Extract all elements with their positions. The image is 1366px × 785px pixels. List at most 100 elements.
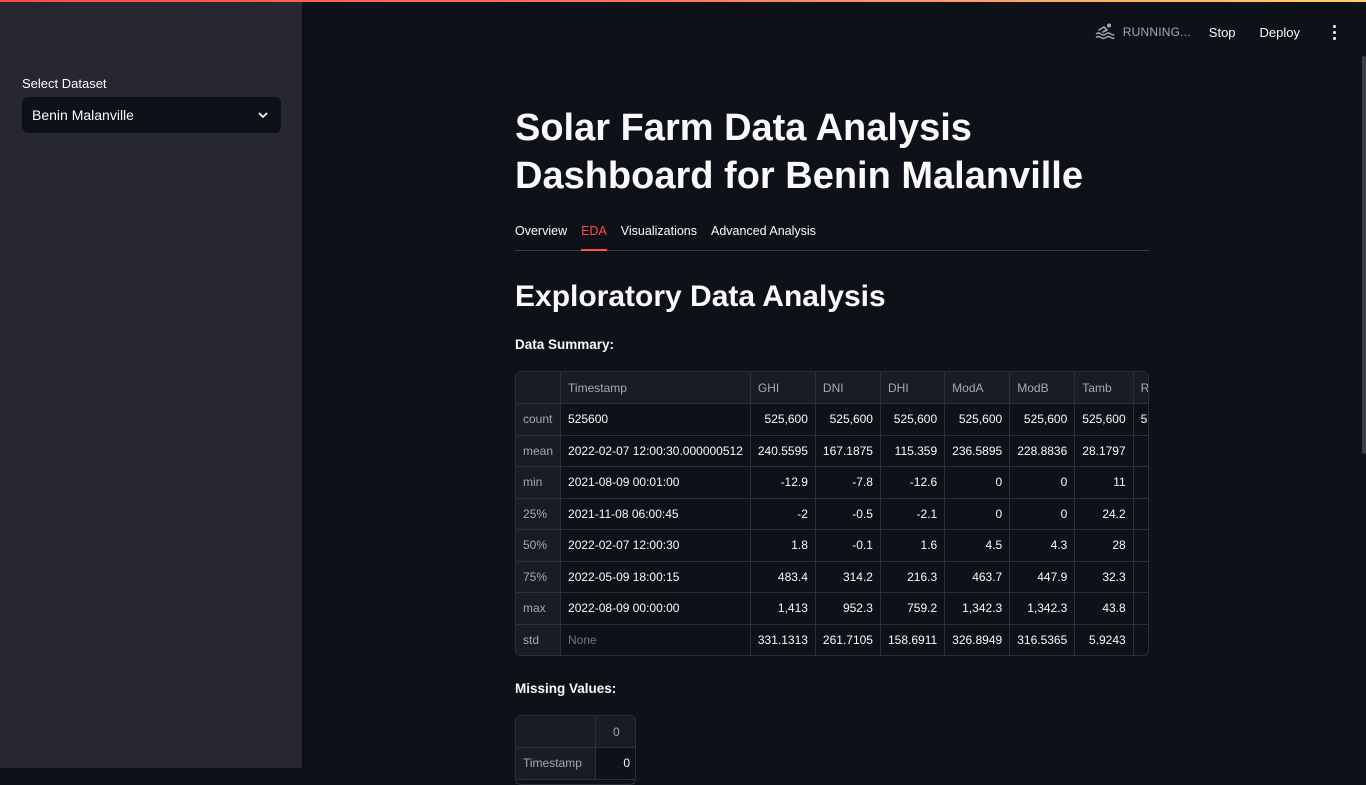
table-cell[interactable]: 28.1797 (1074, 435, 1134, 467)
table-cell[interactable]: -2 (750, 498, 816, 530)
row-index-cell[interactable]: 75% (516, 561, 562, 593)
column-header[interactable] (516, 716, 596, 748)
table-cell[interactable]: 525,600 (1074, 403, 1134, 436)
table-cell[interactable]: -0.5 (815, 498, 881, 530)
table-cell[interactable]: 1.8 (750, 529, 816, 562)
table-cell[interactable]: 525,600 (750, 403, 816, 436)
table-cell[interactable]: 261.7105 (815, 624, 881, 655)
row-index-cell[interactable]: count (516, 403, 562, 436)
column-header[interactable]: RH (1133, 372, 1148, 404)
table-row: 50% 2022-02-07 12:00:30 1.8 -0.1 1.6 4.5 4.3 28… (516, 529, 1148, 562)
table-cell[interactable]: -12.9 (750, 466, 816, 499)
missing-values-dataframe[interactable]: 0 Timestamp 0 (515, 715, 636, 785)
swimmer-icon (1095, 22, 1115, 43)
main-menu-icon[interactable] (1324, 22, 1344, 42)
table-cell[interactable]: 2022-02-07 12:00:30.000000512 (560, 435, 751, 467)
table-cell[interactable]: 80 (1133, 561, 1148, 593)
table-cell[interactable]: 525,600 (1133, 403, 1148, 436)
table-cell[interactable]: -7.8 (815, 466, 881, 499)
tab-visualizations[interactable]: Visualizations (621, 222, 697, 250)
summary-dataframe[interactable]: TimestampGHIDNIDHIModAModBTambRH count52… (515, 371, 1149, 656)
column-header[interactable]: DNI (815, 372, 881, 404)
table-cell[interactable]: 158.6911 (880, 624, 946, 655)
table-cell[interactable]: 43.8 (1074, 592, 1134, 625)
row-index-cell[interactable]: 25% (516, 498, 562, 530)
table-cell[interactable]: 314.2 (815, 561, 881, 593)
row-index-cell[interactable]: 50% (516, 529, 562, 562)
table-cell[interactable]: None (560, 624, 751, 655)
table-cell[interactable]: 216.3 (880, 561, 946, 593)
page-scrollbar[interactable] (1362, 56, 1366, 454)
table-cell[interactable]: 4.5 (944, 529, 1011, 562)
table-cell[interactable]: 2021-11-08 06:00:45 (560, 498, 751, 530)
table-cell[interactable]: 525,600 (1009, 403, 1076, 436)
row-index-cell[interactable]: max (516, 592, 562, 625)
tab-advanced-analysis[interactable]: Advanced Analysis (711, 222, 816, 250)
table-cell[interactable]: 1,342.3 (1009, 592, 1076, 625)
table-cell[interactable]: 0 (595, 747, 635, 780)
running-status-text: RUNNING... (1122, 25, 1191, 39)
table-cell[interactable]: 28.07 (1133, 624, 1148, 655)
table-cell[interactable]: 236.5895 (944, 435, 1011, 467)
table-cell[interactable]: 240.5595 (750, 435, 816, 467)
table-cell[interactable]: 525,600 (815, 403, 881, 436)
column-header[interactable]: Tamb (1074, 372, 1134, 404)
table-cell[interactable]: 0 (944, 466, 1011, 499)
table-cell[interactable]: 1,342.3 (944, 592, 1011, 625)
table-cell[interactable]: 0 (1009, 498, 1076, 530)
table-cell[interactable]: 0 (944, 498, 1011, 530)
table-cell[interactable]: 316.5365 (1009, 624, 1076, 655)
table-cell[interactable]: 525,600 (880, 403, 946, 436)
summary-table: TimestampGHIDNIDHIModAModBTambRH count52… (516, 372, 1148, 655)
table-cell[interactable]: 759.2 (880, 592, 946, 625)
table-cell[interactable]: -12.6 (880, 466, 946, 499)
table-cell[interactable]: 32.3 (1074, 561, 1134, 593)
table-cell[interactable]: 525,600 (944, 403, 1011, 436)
dataset-select[interactable]: Benin Malanville (22, 97, 281, 133)
table-cell[interactable]: 5.9243 (1074, 624, 1134, 655)
tab-overview[interactable]: Overview (515, 222, 567, 250)
table-cell[interactable]: 2021-08-09 00:01:00 (560, 466, 751, 499)
column-header[interactable] (516, 372, 562, 404)
table-cell[interactable]: 331.1313 (750, 624, 816, 655)
table-cell[interactable]: 447.9 (1009, 561, 1076, 593)
tab-eda[interactable]: EDA (581, 222, 607, 251)
table-cell[interactable]: 24.2 (1074, 498, 1134, 530)
table-cell[interactable]: -0.1 (815, 529, 881, 562)
table-cell[interactable]: 525600 (560, 403, 751, 436)
table-cell[interactable]: 2022-08-09 00:00:00 (560, 592, 751, 625)
deploy-button[interactable]: Deploy (1260, 25, 1300, 40)
row-index-cell[interactable]: Timestamp (516, 747, 596, 780)
table-cell[interactable]: 55 (1133, 529, 1148, 562)
table-cell[interactable]: 326.8949 (944, 624, 1011, 655)
table-cell[interactable]: 11 (1074, 466, 1134, 499)
row-index-cell[interactable]: min (516, 466, 562, 499)
table-cell[interactable]: 0 (1009, 466, 1076, 499)
table-cell[interactable]: 463.7 (944, 561, 1011, 593)
table-cell[interactable]: 2022-02-07 12:00:30 (560, 529, 751, 562)
stop-button[interactable]: Stop (1209, 25, 1236, 40)
table-cell[interactable]: 952.3 (815, 592, 881, 625)
table-cell[interactable]: 54.48 (1133, 435, 1148, 467)
column-header[interactable]: 0 (595, 716, 635, 748)
table-cell[interactable]: 115.359 (880, 435, 946, 467)
column-header[interactable]: Timestamp (560, 372, 751, 404)
column-header[interactable]: ModA (944, 372, 1011, 404)
table-cell[interactable]: -2.1 (880, 498, 946, 530)
table-cell[interactable]: 28 (1133, 498, 1148, 530)
table-cell[interactable]: 28 (1074, 529, 1134, 562)
table-cell[interactable]: 1.6 (880, 529, 946, 562)
table-cell[interactable]: 483.4 (750, 561, 816, 593)
table-cell[interactable]: 167.1875 (815, 435, 881, 467)
table-cell[interactable]: 1,413 (750, 592, 816, 625)
table-cell[interactable]: 2 (1133, 466, 1148, 499)
column-header[interactable]: GHI (750, 372, 816, 404)
table-cell[interactable]: 2022-05-09 18:00:15 (560, 561, 751, 593)
table-cell[interactable]: 228.8836 (1009, 435, 1076, 467)
row-index-cell[interactable]: mean (516, 435, 562, 467)
table-cell[interactable]: 10 (1133, 592, 1148, 625)
column-header[interactable]: DHI (880, 372, 946, 404)
table-cell[interactable]: 4.3 (1009, 529, 1076, 562)
column-header[interactable]: ModB (1009, 372, 1076, 404)
row-index-cell[interactable]: std (516, 624, 562, 655)
